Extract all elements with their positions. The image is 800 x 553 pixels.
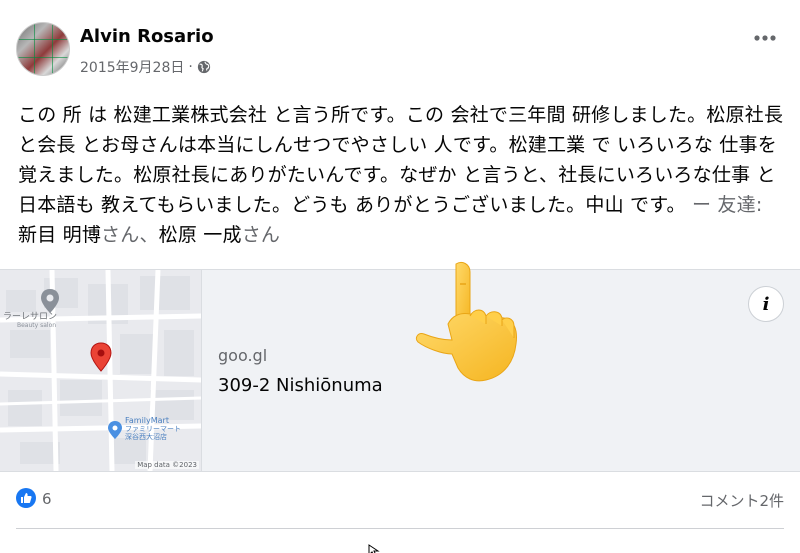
tag-prefix: ー 友達: <box>685 194 763 216</box>
post-body: この 所 は 松建工業株式会社 と言う所です。この 会社で三年間 研修しました。… <box>18 104 784 216</box>
tag-suffix-1: さん <box>101 224 140 246</box>
post-header: Alvin Rosario 2015年9月28日 · <box>16 22 784 82</box>
info-icon: i <box>762 293 770 315</box>
map-attribution: Map data ©2023 <box>135 461 199 469</box>
link-title[interactable]: 309-2 Nishiōnuma <box>218 375 383 396</box>
globe-icon <box>197 60 210 74</box>
more-options-button[interactable] <box>750 26 780 50</box>
location-pin-icon <box>90 342 112 372</box>
poi-label-salon: ラーレサロン <box>3 312 58 322</box>
more-options-icon <box>754 35 776 41</box>
poi-label-familymart: FamilyMart <box>125 416 169 425</box>
mouse-cursor-icon <box>368 544 380 553</box>
map-thumbnail[interactable]: ラーレサロン Beauty salon FamilyMart ファミリーマート … <box>0 270 202 471</box>
tagged-friend-2[interactable]: 松原 一成 <box>159 224 242 246</box>
link-preview-card[interactable]: ラーレサロン Beauty salon FamilyMart ファミリーマート … <box>0 269 800 472</box>
post-footer: 6 コメント2件 <box>16 484 784 514</box>
post-meta: 2015年9月28日 · <box>80 57 211 77</box>
poi-pin-icon <box>41 289 59 313</box>
info-button[interactable]: i <box>748 286 784 322</box>
footer-divider <box>16 528 784 529</box>
poi-label-familymart-jp: ファミリーマート <box>125 425 181 433</box>
reaction-count[interactable]: 6 <box>42 490 52 508</box>
pointing-up-hand-emoji <box>415 261 517 382</box>
thumbs-up-icon[interactable] <box>16 488 36 508</box>
tag-separator: 、 <box>139 224 159 246</box>
author-name[interactable]: Alvin Rosario <box>80 26 214 47</box>
comment-count[interactable]: コメント2件 <box>699 490 784 511</box>
post-date[interactable]: 2015年9月28日 <box>80 57 184 77</box>
meta-separator: · <box>188 59 193 75</box>
store-pin-icon <box>108 421 122 439</box>
poi-sub-salon: Beauty salon <box>17 322 57 329</box>
post-text: この 所 は 松建工業株式会社 と言う所です。この 会社で三年間 研修しました。… <box>18 100 784 250</box>
tagged-friend-1[interactable]: 新目 明博 <box>18 224 101 246</box>
poi-label-familymart-branch: 深谷西大沼店 <box>125 433 167 441</box>
tag-suffix-2: さん <box>241 224 281 246</box>
avatar[interactable] <box>16 22 70 76</box>
link-domain: goo.gl <box>218 346 268 365</box>
